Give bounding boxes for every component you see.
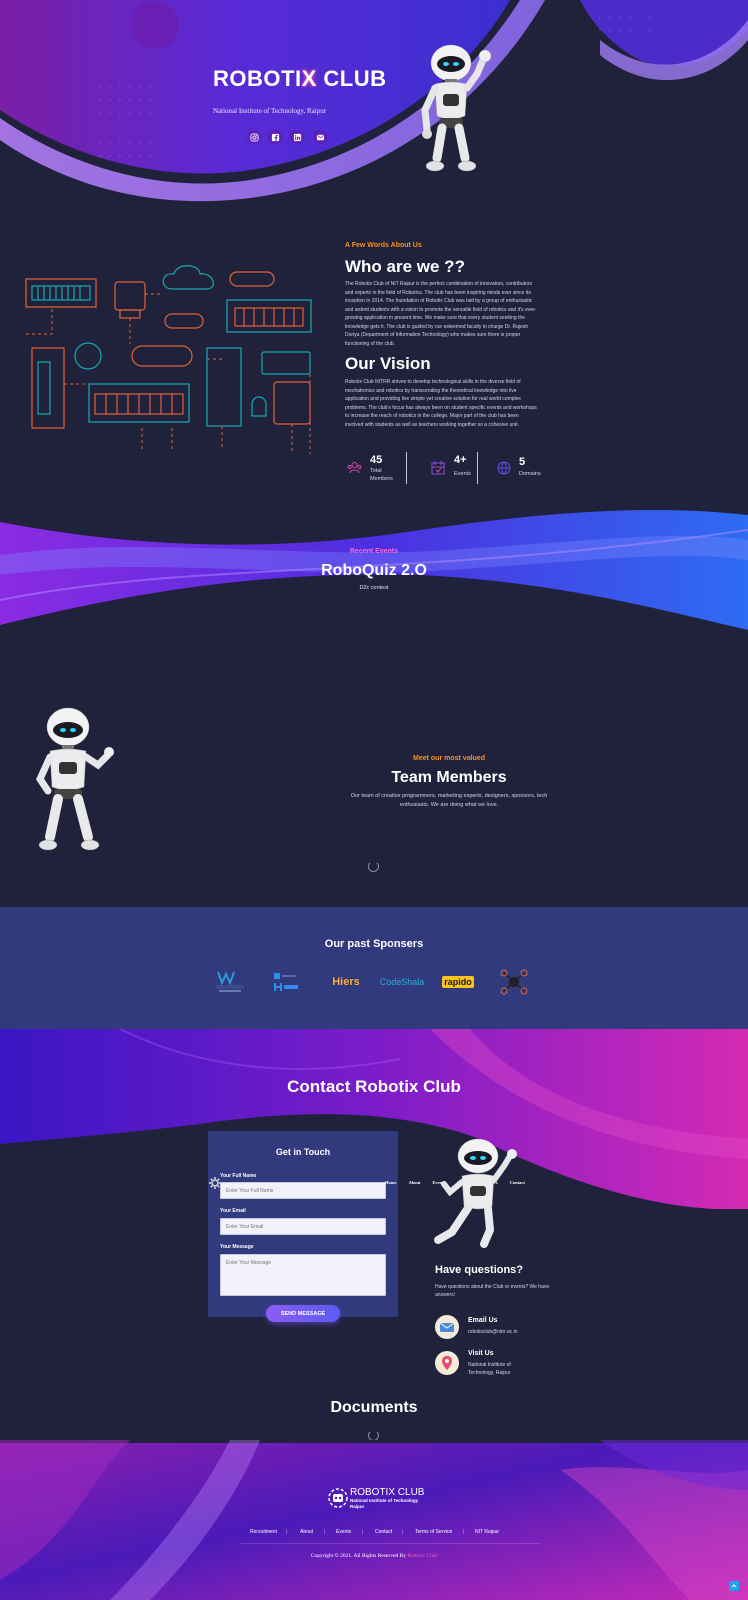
visit-us-address: National Institute of Technology, Raipur [468, 1362, 511, 1376]
sponsor-logo[interactable] [213, 968, 247, 996]
contact-heading: Contact Robotix Club [287, 1077, 461, 1096]
instagram-icon[interactable] [247, 130, 261, 144]
team-description: Our team of creative programmers, market… [350, 793, 548, 808]
sponsor-logo[interactable]: Hiers [328, 968, 364, 996]
site-title: ROBOTIX CLUB [213, 66, 387, 91]
footer-brand: ROBOTIX CLUB [350, 1487, 425, 1498]
hero-wave-background [0, 0, 748, 202]
stat-events-label: Events [454, 471, 471, 477]
chevron-up-icon [731, 1584, 737, 1588]
robot-thumbs-up-image [434, 1138, 517, 1248]
sponsor-logo[interactable] [498, 968, 530, 996]
hero-section [0, 0, 748, 210]
event-subtitle: D2c contest [359, 585, 389, 591]
footer-link-about[interactable]: About [300, 1529, 313, 1535]
sponsors-section [0, 907, 748, 1029]
sponsors-heading: Our past Sponsers [324, 938, 424, 950]
stat-divider [406, 452, 407, 484]
events-icon [431, 461, 445, 475]
footer-link-recruitment[interactable]: Recruitment [250, 1529, 277, 1535]
have-questions-heading: Have questions? [435, 1264, 524, 1276]
overlay-nav-home[interactable]: Home [385, 1180, 397, 1185]
name-field[interactable]: Enter Your Full Name [220, 1182, 386, 1199]
footer-separator: | [324, 1529, 326, 1535]
copyright-brand-link[interactable]: Robotix Club [407, 1553, 437, 1559]
send-message-button[interactable]: SEND MESSAGE [266, 1305, 340, 1322]
sponsor-logo[interactable]: rapido [440, 968, 476, 996]
linkedin-icon[interactable] [290, 130, 304, 144]
stat-events-value: 4+ [454, 454, 467, 466]
email-us-title: Email Us [468, 1317, 498, 1324]
our-vision-heading: Our Vision [345, 354, 431, 373]
robot-presenting-image [36, 707, 114, 851]
message-field[interactable]: Enter Your Message [220, 1254, 386, 1296]
sponsor-logo[interactable]: CodeShala [378, 968, 426, 996]
footer-divider [240, 1543, 540, 1544]
stat-members-label: Total Members [370, 468, 393, 482]
location-pin-icon [435, 1351, 459, 1375]
team-heading: Team Members [391, 769, 507, 786]
footer-link-nit-raipur[interactable]: NIT Raipur [475, 1529, 499, 1535]
robotix-logo-icon [328, 1488, 348, 1508]
site-subtitle: National Institute of Technology, Raipur [213, 107, 327, 115]
copyright-text: Copyright © 2021. All Rights Reserved By… [310, 1553, 438, 1559]
facebook-icon[interactable] [268, 130, 282, 144]
have-questions-text: Have questions about the Club or events?… [435, 1284, 550, 1298]
robot-waving-image [421, 44, 492, 172]
stat-domains-value: 5 [519, 456, 526, 468]
loading-spinner-icon [368, 861, 379, 872]
overlay-nav-about[interactable]: About [409, 1180, 421, 1185]
footer-separator: | [463, 1529, 465, 1535]
about-tagline: A Few Words About Us [345, 242, 422, 249]
scroll-to-top-button[interactable] [729, 1581, 739, 1591]
mail-icon[interactable] [313, 130, 327, 144]
who-are-we-text: The Robotix Club of NIT Raipur is the pe… [345, 281, 537, 347]
footer-link-terms[interactable]: Terms of Service [415, 1529, 452, 1535]
footer-link-contact[interactable]: Contact [375, 1529, 392, 1535]
footer-gradient-background [0, 1440, 748, 1600]
footer-link-events[interactable]: Events [336, 1529, 351, 1535]
who-are-we-heading: Who are we ?? [345, 257, 465, 276]
team-tagline: Meet our most valued [413, 755, 485, 762]
contact-form-title: Get in Touch [275, 1147, 331, 1157]
our-vision-text: Robotix Club NITRR strives to develop te… [345, 379, 537, 428]
event-title[interactable]: RoboQuiz 2.O [0, 562, 748, 580]
footer-separator: | [362, 1529, 364, 1535]
sponsor-logo[interactable] [272, 968, 306, 996]
footer-separator: | [286, 1529, 288, 1535]
electronics-illustration [25, 265, 312, 454]
email-field[interactable]: Enter Your Email [220, 1218, 386, 1235]
email-us-value[interactable]: robotixclub@nitrr.ac.in [468, 1328, 518, 1336]
message-label: Your Message [220, 1244, 254, 1250]
stat-divider [477, 452, 478, 484]
footer-brand-subtitle: National Institute of Technology Raipur [350, 1498, 419, 1509]
domains-icon [497, 461, 511, 475]
name-label: Your Full Name [220, 1173, 257, 1179]
stat-members-value: 45 [370, 454, 383, 466]
events-tagline: Recent Events [349, 548, 399, 555]
members-icon [347, 462, 362, 474]
visit-us-title: Visit Us [468, 1350, 494, 1357]
email-envelope-icon [435, 1315, 459, 1339]
stat-domains-label: Domains [519, 471, 541, 477]
documents-heading: Documents [330, 1399, 418, 1416]
site-title-x-glow: X [301, 66, 317, 91]
email-label: Your Email [220, 1208, 246, 1214]
footer-separator: | [402, 1529, 404, 1535]
